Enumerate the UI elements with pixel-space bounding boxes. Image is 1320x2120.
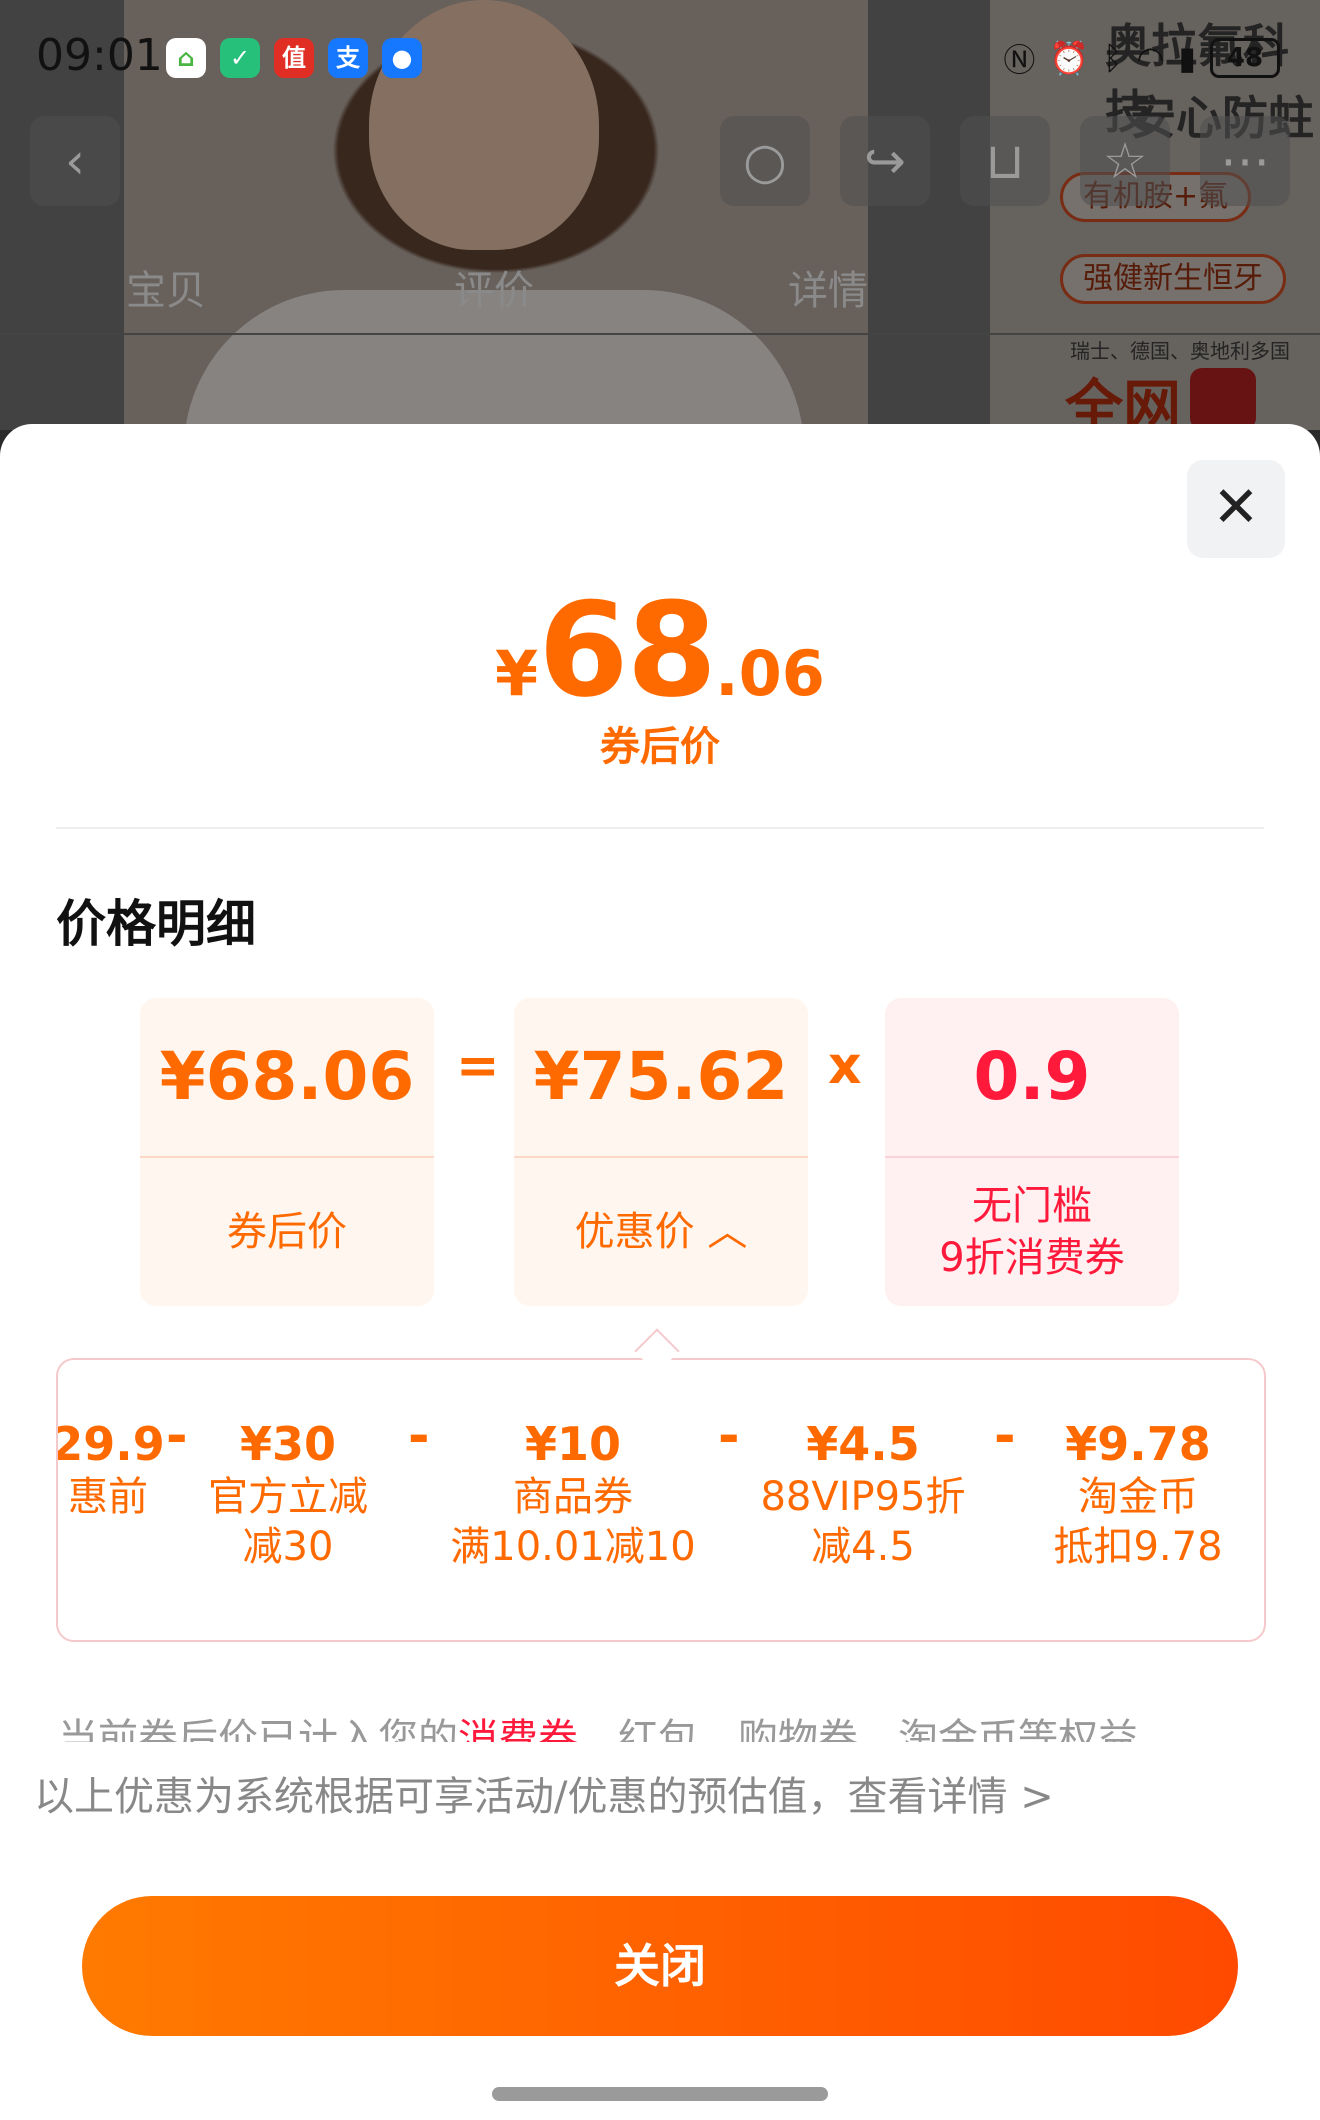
breakdown-item: ¥9.78 淘金币 抵扣9.78 [1028,1416,1248,1572]
tab-divider [0,333,1320,335]
notice-suffix: 、红包、购物券、淘金币等权益 [578,1716,1138,1742]
chat-app-icon: ● [382,38,422,78]
final-price-label: 券后价 [600,724,720,770]
price-currency: ¥ [495,637,539,710]
status-icons: Ⓝ ⏰ ᛒ ◠ ▮ 48 [1003,36,1280,80]
zhi-app-icon: 值 [274,38,314,78]
discount-price-card[interactable]: ¥75.62 优惠价 ︿ [514,998,808,1306]
search-icon[interactable]: ○ [720,116,810,206]
bluetooth-icon: ᛒ [1103,39,1123,77]
share-icon[interactable]: ↪ [840,116,930,206]
alarm-icon: ⏰ [1049,39,1090,77]
alipay-app-icon: 支 [328,38,368,78]
cart-icon[interactable]: ⊔ [960,116,1050,206]
breakdown-item: 29.9 惠前 [56,1416,168,1522]
notice-prefix: 当前券后价已计入您的 [58,1716,458,1742]
minus-sign: - [408,1406,430,1466]
tab-baby[interactable]: 宝贝 [126,258,206,316]
status-bar: 09:01 ⌂ ✓ 值 支 ● Ⓝ ⏰ ᛒ ◠ ▮ 48 [0,0,1320,118]
breakdown-desc: 官方立减 减30 [208,1474,368,1570]
nfc-icon: Ⓝ [1003,41,1036,79]
close-button[interactable]: 关闭 [82,1896,1238,2036]
breakdown-amount: ¥10 [524,1417,622,1471]
result-price-value: ¥68.06 [159,1038,415,1115]
price-integer: 68 [538,574,717,726]
breakdown-amount: ¥30 [239,1417,337,1471]
disclaimer-link[interactable]: 以上优惠为系统根据可享活动/优惠的预估值，查看详情 > [34,1764,1054,1822]
discount-price-label[interactable]: 优惠价 ︿ [514,1158,808,1306]
result-price-card: ¥68.06 券后价 [140,998,434,1306]
breakdown-item: ¥10 商品券 满10.01减10 [448,1416,698,1572]
divider [56,827,1264,829]
signal-icon: ▮ [1178,39,1196,77]
back-icon[interactable]: ‹ [30,116,120,206]
coupon-label: 无门槛 9折消费券 [939,1183,1125,1281]
breakdown-desc: 88VIP95折 减4.5 [760,1474,966,1570]
section-title: 价格明细 [56,895,256,953]
breakdown-item: ¥4.5 88VIP95折 减4.5 [758,1416,968,1572]
times-sign: x [828,1036,862,1096]
more-icon[interactable]: ⋯ [1200,116,1290,206]
price-detail-sheet: ✕ ¥68.06 券后价 价格明细 ¥68.06 券后价 = ¥75.62 优惠… [0,424,1320,2120]
coupon-card: 0.9 无门槛 9折消费券 [885,998,1179,1306]
tab-details[interactable]: 详情 [788,258,868,316]
coupon-value: 0.9 [973,1038,1091,1115]
minus-sign: - [166,1406,188,1466]
minus-sign: - [718,1406,740,1466]
breakdown-amount: ¥4.5 [806,1417,920,1471]
rights-notice: 当前券后价已计入您的消费券、红包、购物券、淘金币等权益 [58,1706,1138,1742]
price-decimal: .06 [715,637,825,710]
breakdown-desc: 淘金币 抵扣9.78 [1053,1474,1223,1570]
minus-sign: - [994,1406,1016,1466]
breakdown-amount: 29.9 [56,1417,165,1471]
favorite-icon[interactable]: ☆ [1080,116,1170,206]
breakdown-item: ¥30 官方立减 减30 [198,1416,378,1572]
battery-icon: 48 [1210,38,1280,78]
background-page: 奥拉氟科技 安心防蛀 有机胺+氟 强健新生恒牙 瑞士、德国、奥地利多国 全网 0… [0,0,1320,430]
breakdown-amount: ¥9.78 [1065,1417,1211,1471]
home-indicator[interactable] [492,2087,828,2101]
breakdown-desc: 惠前 [68,1474,148,1520]
home-app-icon: ⌂ [166,38,206,78]
discount-price-value: ¥75.62 [533,1038,789,1115]
tab-reviews[interactable]: 评价 [454,258,534,316]
result-price-label: 券后价 [227,1209,347,1255]
discount-breakdown[interactable]: 29.9 惠前 - ¥30 官方立减 减30 - ¥10 商品券 满10.01减… [56,1358,1266,1642]
wifi-icon: ◠ [1136,39,1165,77]
breakdown-desc: 商品券 满10.01减10 [450,1474,696,1570]
shield-app-icon: ✓ [220,38,260,78]
equals-sign: = [456,1036,500,1096]
final-price: ¥68.06 [0,574,1320,726]
status-time: 09:01 [36,30,163,81]
notice-highlight[interactable]: 消费券 [458,1716,578,1742]
close-icon[interactable]: ✕ [1187,460,1285,558]
